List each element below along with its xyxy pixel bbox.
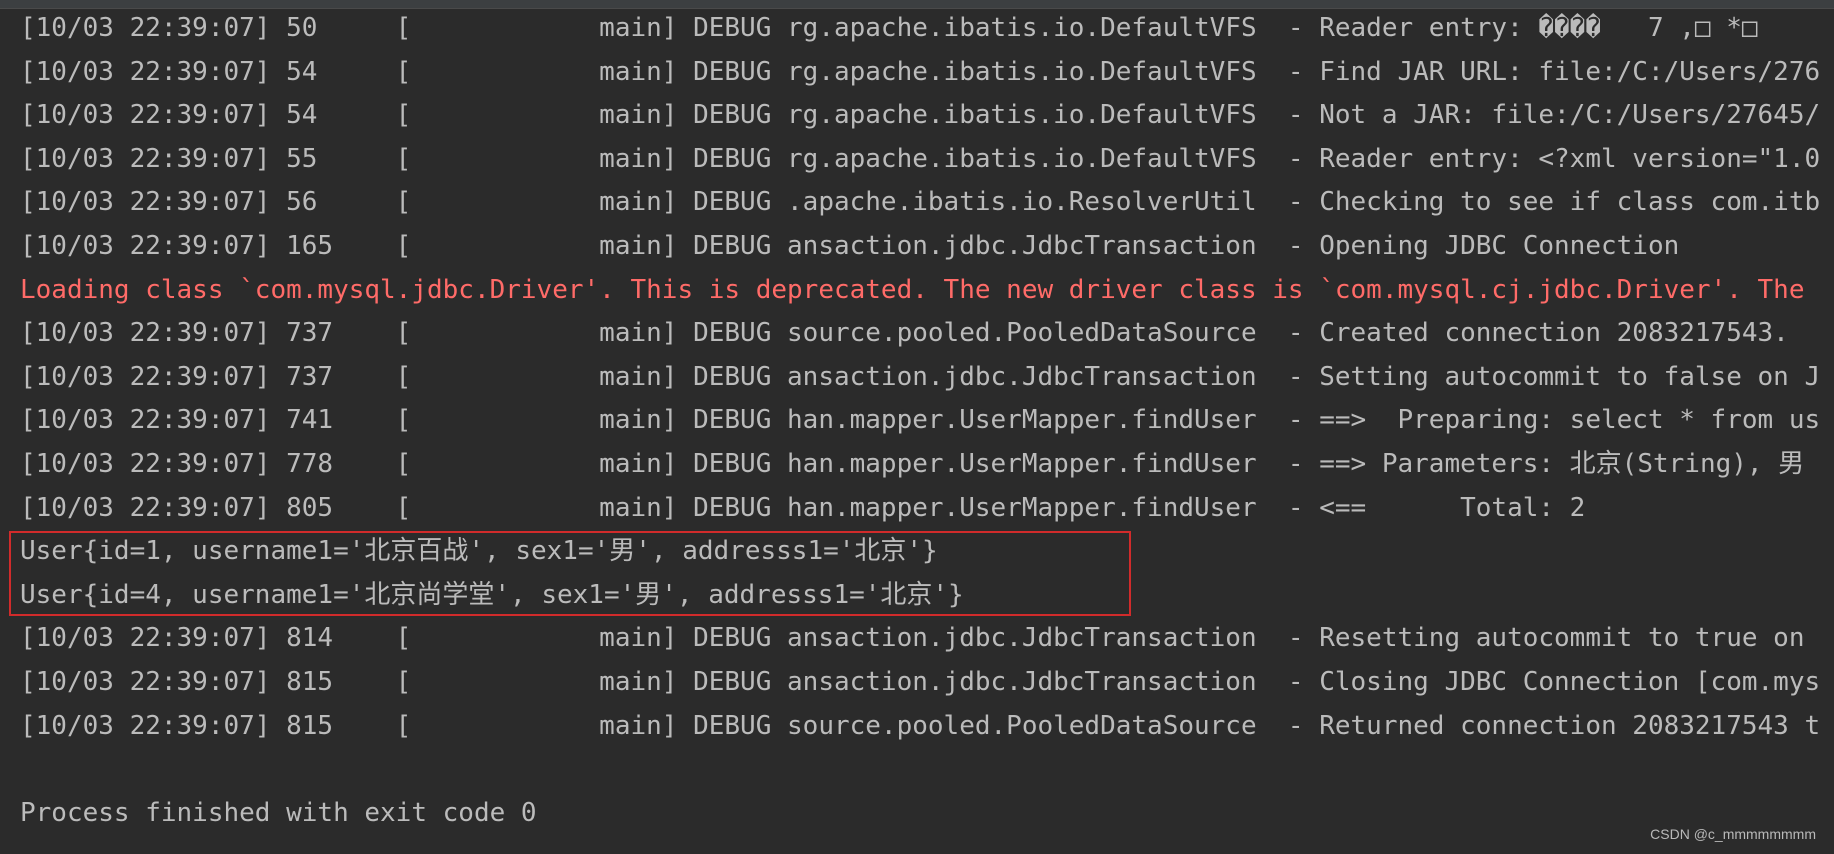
log-line: [10/03 22:39:07] 55 [ main] DEBUG rg.apa… bbox=[20, 143, 1821, 174]
log-line: [10/03 22:39:07] 805 [ main] DEBUG han.m… bbox=[20, 492, 1586, 523]
log-line: [10/03 22:39:07] 737 [ main] DEBUG sourc… bbox=[20, 318, 1789, 349]
log-line: [10/03 22:39:07] 54 [ main] DEBUG rg.apa… bbox=[20, 56, 1821, 87]
watermark: CSDN @c_mmmmmmmm bbox=[1650, 826, 1816, 842]
user-result-line: User{id=1, username1='北京百战', sex1='男', a… bbox=[20, 536, 938, 567]
log-line: [10/03 22:39:07] 815 [ main] DEBUG ansac… bbox=[20, 666, 1821, 697]
log-line: [10/03 22:39:07] 814 [ main] DEBUG ansac… bbox=[20, 623, 1821, 654]
log-line: [10/03 22:39:07] 815 [ main] DEBUG sourc… bbox=[20, 710, 1821, 741]
log-line: [10/03 22:39:07] 56 [ main] DEBUG .apach… bbox=[20, 187, 1821, 218]
log-line: [10/03 22:39:07] 778 [ main] DEBUG han.m… bbox=[20, 448, 1805, 479]
console-output[interactable]: [10/03 22:39:07] 50 [ main] DEBUG rg.apa… bbox=[20, 7, 1834, 835]
log-line-error: Loading class `com.mysql.jdbc.Driver'. T… bbox=[20, 274, 1805, 305]
log-line: [10/03 22:39:07] 50 [ main] DEBUG rg.apa… bbox=[20, 13, 1758, 43]
log-line: [10/03 22:39:07] 737 [ main] DEBUG ansac… bbox=[20, 361, 1821, 392]
user-result-line: User{id=4, username1='北京尚学堂', sex1='男', … bbox=[20, 579, 964, 610]
log-line: [10/03 22:39:07] 741 [ main] DEBUG han.m… bbox=[20, 405, 1821, 436]
process-exit-line: Process finished with exit code 0 bbox=[20, 797, 537, 828]
log-line: [10/03 22:39:07] 165 [ main] DEBUG ansac… bbox=[20, 230, 1680, 261]
run-console: [10/03 22:39:07] 50 [ main] DEBUG rg.apa… bbox=[0, 0, 1834, 854]
log-line: [10/03 22:39:07] 54 [ main] DEBUG rg.apa… bbox=[20, 100, 1821, 131]
